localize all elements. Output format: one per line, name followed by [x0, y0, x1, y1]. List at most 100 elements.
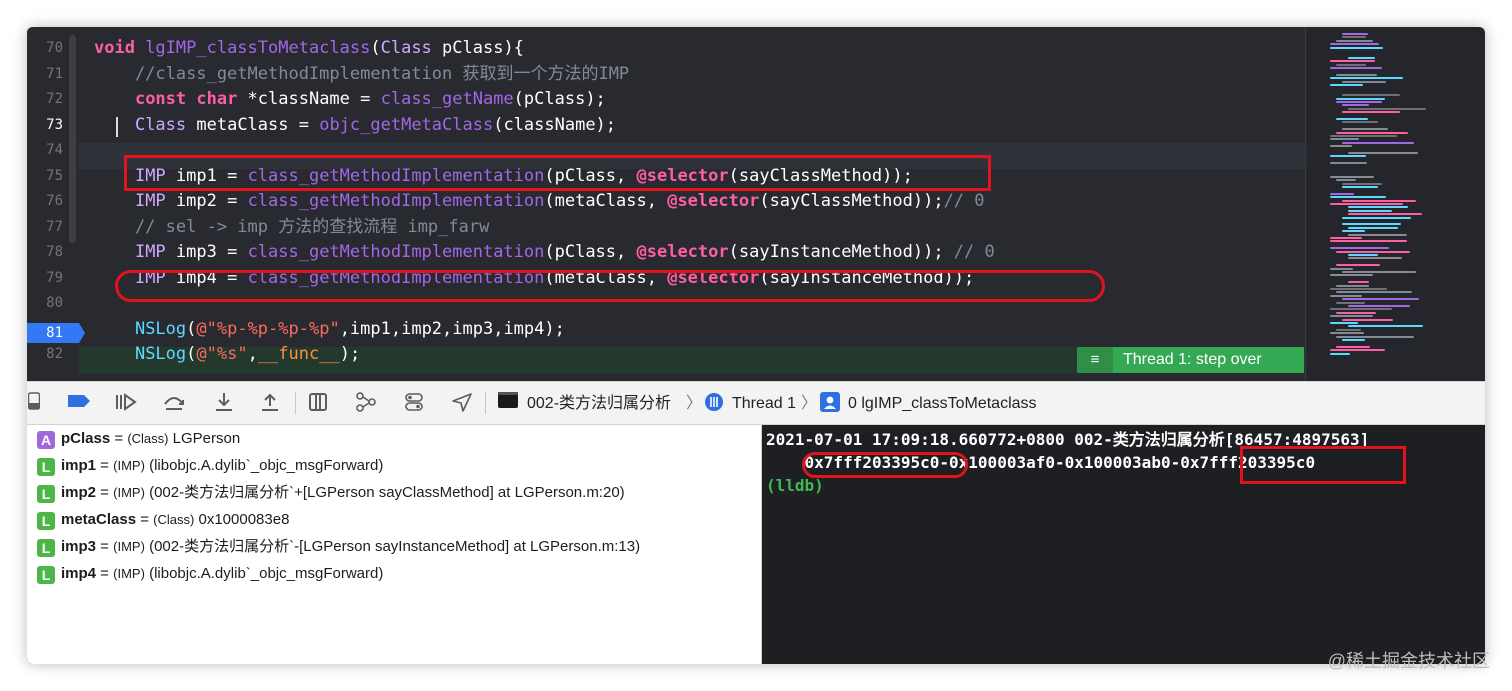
variable-type: (IMP): [113, 566, 145, 581]
minimap-stroke: [1330, 349, 1385, 352]
code-token: @"%s": [196, 344, 248, 364]
line-number: 76: [46, 193, 63, 209]
minimap-stroke: [1336, 284, 1369, 287]
variable-row[interactable]: ApClass = (Class) LGPerson: [37, 427, 240, 451]
minimap-stroke: [1348, 281, 1369, 284]
debug-toolbar: 002-类方法归属分析 〉 Thread 1 〉 0 lgIMP_classTo…: [27, 381, 1485, 425]
code-token: (pClass,: [544, 242, 637, 262]
simulate-location-icon[interactable]: [449, 392, 475, 414]
code-line[interactable]: Class metaClass = objc_getMetaClass(clas…: [94, 112, 616, 138]
minimap-stroke: [1342, 318, 1393, 321]
gutter-scroll-indicator: [69, 35, 76, 243]
variable-row[interactable]: LmetaClass = (Class) 0x1000083e8: [37, 508, 289, 532]
minimap-stroke: [1330, 308, 1392, 311]
code-line[interactable]: //class_getMethodImplementation 获取到一个方法的…: [94, 61, 629, 87]
code-token: IMP: [134, 242, 166, 262]
breadcrumb-frame[interactable]: 0 lgIMP_classToMetaclass: [848, 393, 1037, 415]
step-over-icon[interactable]: [161, 392, 187, 414]
step-out-icon[interactable]: [257, 392, 283, 414]
minimap-stroke: [1342, 104, 1369, 107]
minimap-stroke: [1330, 67, 1382, 69]
variable-row[interactable]: Limp4 = (IMP) (libobjc.A.dylib`_objc_msg…: [37, 562, 383, 586]
view-hierarchy-icon[interactable]: [305, 392, 331, 414]
breadcrumb-target[interactable]: 002-类方法归属分析: [527, 393, 671, 415]
minimap-stroke: [1336, 311, 1376, 314]
minimap-stroke: [1330, 77, 1403, 80]
code-token: (: [370, 38, 381, 58]
line-number: 82: [46, 346, 63, 362]
code-line[interactable]: const char *className = class_getName(pC…: [94, 86, 606, 112]
environment-overrides-icon[interactable]: [401, 392, 427, 414]
variable-name: pClass: [61, 430, 111, 447]
breakpoints-toggle-icon[interactable]: [65, 392, 93, 414]
variable-row[interactable]: Limp3 = (IMP) (002-类方法归属分析`-[LGPerson sa…: [37, 535, 640, 559]
code-line[interactable]: IMP imp3 = class_getMethodImplementation…: [94, 239, 995, 265]
breakpoint-marker[interactable]: 81: [27, 323, 85, 343]
code-token: class_getName: [380, 89, 514, 109]
minimap-stroke: [1336, 101, 1382, 103]
thread-step-label: Thread 1: step over: [1123, 351, 1262, 368]
variable-type: (Class): [127, 431, 169, 446]
code-token: NSLog: [134, 318, 187, 339]
memory-graph-icon[interactable]: [353, 392, 379, 414]
annotation-box-imp1: [124, 155, 991, 191]
minimap-stroke: [1342, 141, 1414, 144]
line-number: 79: [46, 269, 63, 286]
code-token: const char: [134, 89, 238, 109]
minimap[interactable]: [1305, 27, 1485, 381]
hide-debug-area-icon[interactable]: [27, 392, 41, 414]
minimap-stroke: [1336, 328, 1361, 331]
minimap-stroke: [1348, 209, 1392, 212]
code-token: imp2 =: [165, 191, 248, 211]
minimap-stroke: [1348, 226, 1398, 229]
thread-icon: [703, 392, 725, 414]
minimap-stroke: [1348, 233, 1407, 236]
code-editor[interactable]: 70 71 72 73 74 75 76 77 78 79 80 82 81 void lgIMP_c…: [27, 27, 1305, 381]
variable-value: (002-类方法归属分析`+[LGPerson sayClassMethod] …: [144, 484, 625, 501]
minimap-stroke: [1330, 240, 1407, 243]
minimap-stroke: [1330, 352, 1350, 355]
variable-name: imp1: [61, 457, 97, 474]
code-token: pClass){: [431, 38, 524, 58]
code-line[interactable]: void lgIMP_classToMetaclass(Class pClass…: [94, 35, 524, 61]
variable-row[interactable]: Limp2 = (IMP) (002-类方法归属分析`+[LGPerson sa…: [37, 481, 625, 505]
code-token: (className);: [493, 114, 617, 135]
code-token: @selector: [667, 191, 760, 211]
code-line[interactable]: // sel -> imp 方法的查找流程 imp_farw: [94, 214, 489, 240]
step-into-icon[interactable]: [211, 392, 237, 414]
code-line[interactable]: NSLog(@"%s",__func__);: [94, 341, 360, 367]
continue-icon[interactable]: [113, 392, 139, 414]
variable-name: imp4: [61, 565, 97, 582]
thread-step-badge[interactable]: ≡ Thread 1: step over: [1077, 347, 1304, 373]
variable-kind-icon: L: [37, 539, 55, 557]
minimap-stroke: [1330, 267, 1353, 270]
breadcrumb-thread[interactable]: Thread 1: [732, 393, 796, 415]
debug-console[interactable]: 2021-07-01 17:09:18.660772+0800 002-类方法归…: [762, 425, 1485, 664]
code-token: lgIMP_classToMetaclass: [145, 38, 371, 58]
variable-row[interactable]: Limp1 = (IMP) (libobjc.A.dylib`_objc_msg…: [37, 454, 383, 478]
code-line[interactable]: IMP imp2 = class_getMethodImplementation…: [94, 188, 985, 214]
code-token: (metaClass,: [544, 191, 668, 211]
chevron-right-icon: 〉: [686, 395, 703, 412]
code-line[interactable]: NSLog(@"%p-%p-%p-%p",imp1,imp2,imp3,imp4…: [94, 316, 565, 342]
code-token: (sayInstanceMethod));: [728, 242, 954, 262]
line-number: 73: [46, 116, 63, 133]
minimap-stroke: [1330, 60, 1375, 63]
minimap-stroke: [1342, 128, 1388, 131]
minimap-stroke: [1348, 254, 1378, 256]
minimap-stroke: [1330, 43, 1379, 46]
minimap-stroke: [1348, 107, 1426, 110]
code-token: ,imp1,imp2,imp3,imp4);: [339, 318, 565, 339]
minimap-stroke: [1342, 80, 1386, 83]
variable-value: (libobjc.A.dylib`_objc_msgForward): [144, 565, 384, 582]
minimap-stroke: [1330, 247, 1389, 250]
variable-type: (IMP): [113, 458, 145, 473]
variable-value: 0x1000083e8: [194, 511, 290, 528]
minimap-stroke: [1330, 46, 1383, 49]
code-token: );: [339, 344, 361, 364]
variables-view[interactable]: ApClass = (Class) LGPerson Limp1 = (IMP) …: [27, 425, 762, 664]
variable-kind-icon: L: [37, 485, 55, 503]
